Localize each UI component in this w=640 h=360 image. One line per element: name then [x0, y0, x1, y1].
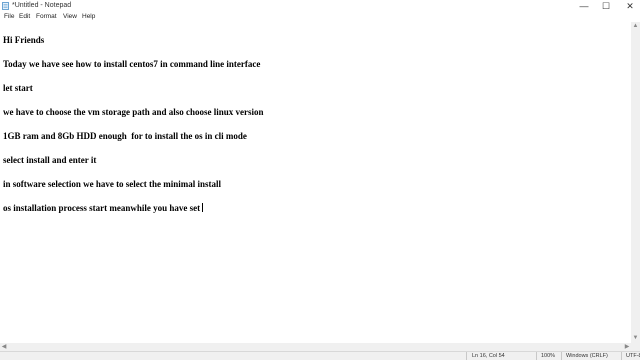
- zoom-level: 100%: [541, 353, 556, 359]
- minimize-button[interactable]: —: [578, 0, 590, 12]
- text-line: Hi Friends: [3, 35, 45, 45]
- status-divider: [536, 352, 537, 360]
- scrollbar-corner: [631, 343, 640, 351]
- menu-edit[interactable]: Edit: [19, 12, 30, 22]
- status-divider: [621, 352, 622, 360]
- text-line: we have to choose the vm storage path an…: [3, 107, 264, 117]
- close-button[interactable]: ✕: [624, 0, 636, 12]
- status-bar: Ln 16, Col 54 100% Windows (CRLF) UTF-8: [0, 351, 640, 360]
- status-divider: [466, 352, 467, 360]
- scroll-up-icon[interactable]: ▲: [631, 22, 640, 31]
- encoding: UTF-8: [626, 353, 640, 359]
- menu-bar: File Edit Format View Help: [0, 12, 640, 22]
- window-title: *Untitled - Notepad: [12, 2, 72, 9]
- title-bar[interactable]: *Untitled - Notepad — ☐ ✕: [0, 0, 640, 12]
- scroll-right-icon[interactable]: ▶: [623, 343, 631, 351]
- scroll-left-icon[interactable]: ◀: [0, 343, 8, 351]
- text-line: 1GB ram and 8Gb HDD enough for to instal…: [3, 131, 247, 141]
- status-divider: [561, 352, 562, 360]
- scroll-down-icon[interactable]: ▼: [631, 334, 640, 343]
- menu-help[interactable]: Help: [82, 12, 95, 22]
- horizontal-scrollbar[interactable]: ◀ ▶: [0, 343, 631, 351]
- text-editor-area[interactable]: Hi Friends Today we have see how to inst…: [0, 22, 631, 343]
- line-ending: Windows (CRLF): [566, 353, 608, 359]
- vertical-scrollbar[interactable]: ▲ ▼: [631, 22, 640, 343]
- menu-file[interactable]: File: [4, 12, 14, 22]
- text-line: let start: [3, 83, 33, 93]
- menu-view[interactable]: View: [63, 12, 77, 22]
- text-line: select install and enter it: [3, 155, 97, 165]
- current-line-text: os installation process start meanwhile …: [3, 203, 201, 213]
- maximize-button[interactable]: ☐: [600, 0, 612, 12]
- text-line: Today we have see how to install centos7…: [3, 59, 261, 69]
- menu-format[interactable]: Format: [36, 12, 57, 22]
- text-line: in software selection we have to select …: [3, 179, 222, 189]
- text-line-current: os installation process start meanwhile …: [3, 202, 204, 214]
- text-caret: [202, 203, 204, 212]
- notepad-icon: [2, 2, 9, 10]
- cursor-position: Ln 16, Col 54: [472, 353, 505, 359]
